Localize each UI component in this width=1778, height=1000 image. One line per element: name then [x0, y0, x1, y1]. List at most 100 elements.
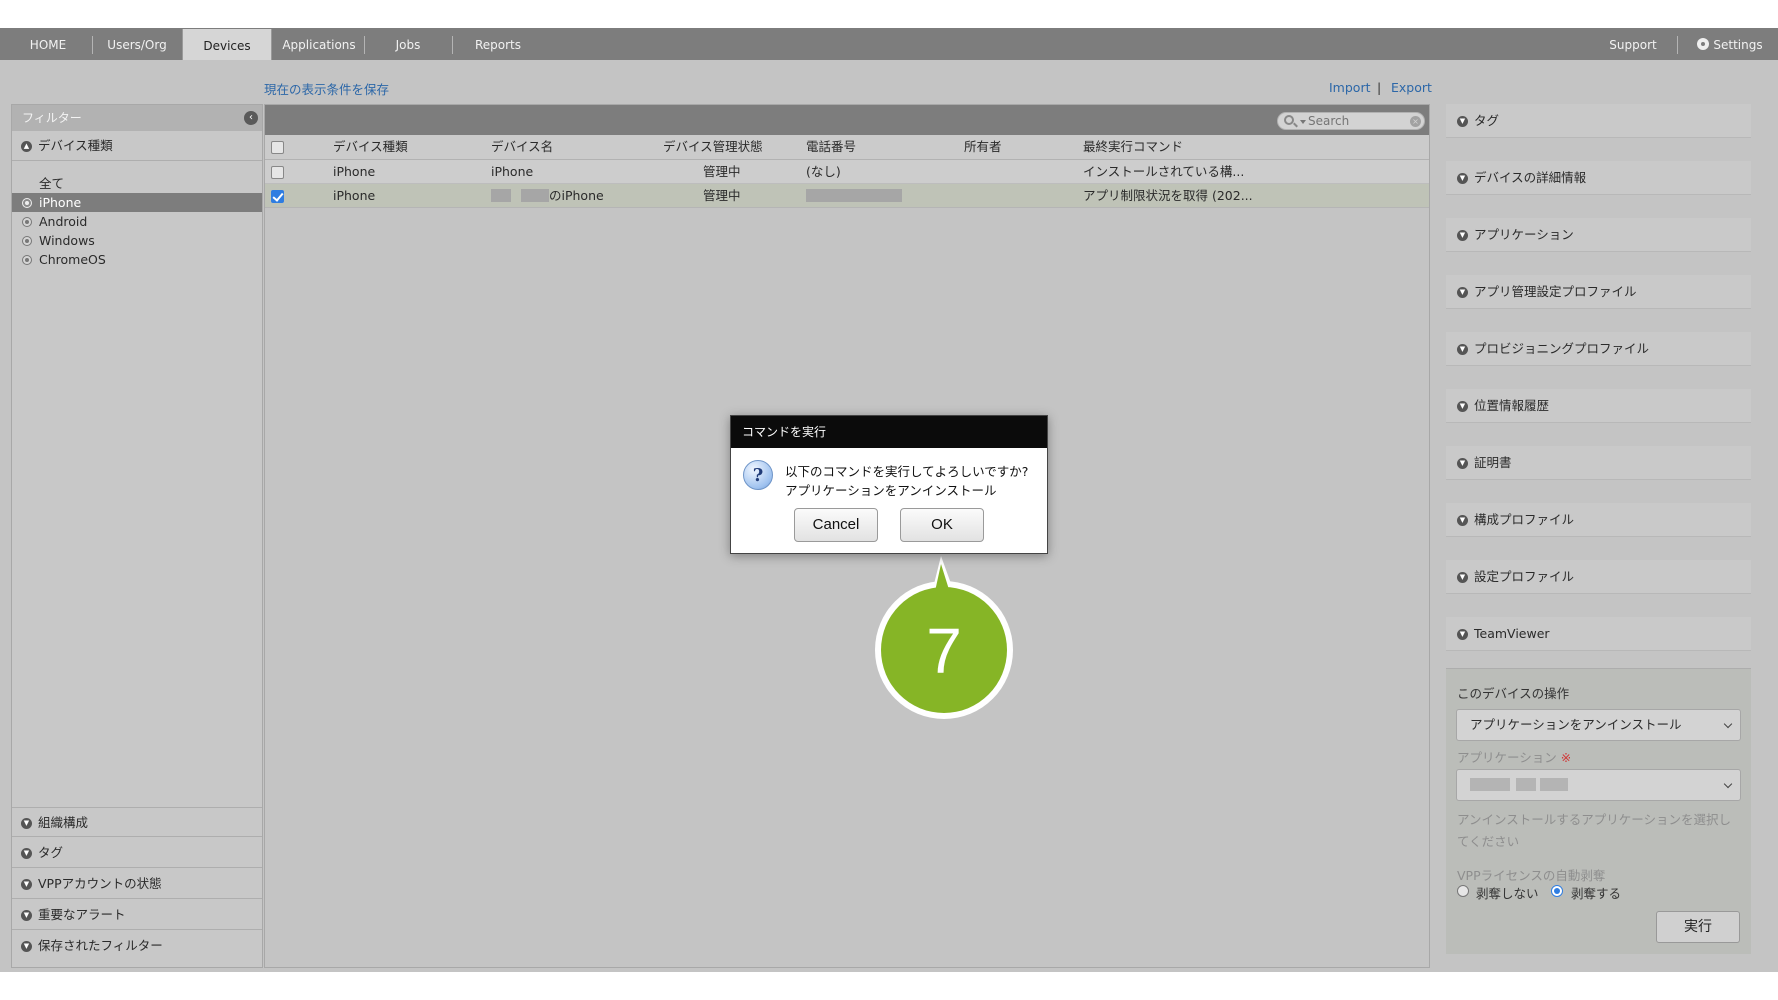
tab-applications[interactable]: Applications — [280, 28, 358, 60]
accordion-tag[interactable]: ▼ タグ — [1446, 104, 1751, 138]
required-mark: ※ — [1560, 750, 1572, 765]
accordion-device-details[interactable]: ▼ デバイスの詳細情報 — [1446, 161, 1751, 195]
settings-label: Settings — [1713, 38, 1763, 52]
org-structure-section[interactable]: ▼ 組織構成 — [12, 807, 262, 837]
chevron-down-icon: ▼ — [1457, 629, 1468, 640]
section-label: VPPアカウントの状態 — [38, 876, 162, 891]
collapse-panel-icon[interactable]: ‹ — [244, 111, 258, 125]
accordion-label: タグ — [1474, 113, 1500, 128]
ok-button[interactable]: OK — [900, 508, 984, 542]
uninstall-hint-line2: てください — [1457, 834, 1520, 849]
redacted-text — [1540, 778, 1568, 791]
accordion-certificates[interactable]: ▼ 証明書 — [1446, 446, 1751, 480]
filter-type-label: ChromeOS — [39, 252, 106, 267]
saved-filters-section[interactable]: ▼ 保存されたフィルター — [12, 931, 262, 961]
dialog-title: コマンドを実行 — [731, 416, 1047, 448]
nav-divider — [92, 36, 93, 54]
column-header[interactable]: 最終実行コマンド — [1083, 135, 1183, 159]
command-select-value: アプリケーションをアンインストール — [1470, 717, 1682, 732]
accordion-provisioning-profiles[interactable]: ▼ プロビジョニングプロファイル — [1446, 332, 1751, 366]
accordion-teamviewer[interactable]: ▼ TeamViewer — [1446, 617, 1751, 651]
support-link[interactable]: Support — [1600, 28, 1666, 60]
table-row[interactable]: iPhone iPhone 管理中 (なし) インストールされている構... — [265, 160, 1429, 184]
dialog-command: アプリケーションをアンインストール — [785, 483, 997, 498]
column-header[interactable]: デバイス管理状態 — [663, 135, 763, 159]
row-checkbox[interactable] — [271, 166, 284, 179]
save-view-link[interactable]: 現在の表示条件を保存 — [264, 79, 389, 98]
table-header-row: デバイス種類 デバイス名 デバイス管理状態 電話番号 所有者 最終実行コマンド — [265, 135, 1429, 160]
filter-type-all[interactable]: 全て — [12, 174, 262, 193]
step-callout: 7 — [875, 556, 1013, 719]
chevron-down-icon — [1723, 719, 1733, 729]
accordion-label: 設定プロファイル — [1474, 569, 1575, 584]
clear-search-icon[interactable]: × — [1410, 116, 1421, 127]
tab-devices[interactable]: Devices — [182, 29, 272, 61]
vpp-status-section[interactable]: ▼ VPPアカウントの状態 — [12, 869, 262, 899]
settings-link[interactable]: Settings — [1688, 28, 1772, 60]
table-row[interactable]: iPhone のiPhone 管理中 アプリ制限状況を取得 (202... — [265, 184, 1429, 208]
accordion-configuration-profiles[interactable]: ▼ 構成プロファイル — [1446, 503, 1751, 537]
column-header[interactable]: 電話番号 — [806, 135, 856, 159]
device-type-cell: iPhone — [333, 164, 376, 179]
device-type-section[interactable]: ▲ デバイス種類 — [12, 131, 262, 161]
search-input[interactable] — [1308, 113, 1408, 129]
tab-users-org[interactable]: Users/Org — [100, 28, 174, 60]
accordion-settings-profiles[interactable]: ▼ 設定プロファイル — [1446, 560, 1751, 594]
radio-indicator — [22, 236, 32, 246]
column-header[interactable]: デバイス名 — [491, 135, 553, 159]
filter-type-android[interactable]: Android — [12, 212, 262, 231]
radio-revoke[interactable] — [1551, 885, 1563, 897]
tag-filter-section[interactable]: ▼ タグ — [12, 838, 262, 868]
column-header[interactable]: デバイス種類 — [333, 135, 408, 159]
device-actions-title: このデバイスの操作 — [1457, 686, 1570, 701]
radio-no-revoke[interactable] — [1457, 885, 1469, 897]
gear-icon — [1697, 38, 1710, 50]
redacted-text — [1516, 778, 1536, 791]
chevron-down-icon: ▼ — [21, 879, 32, 890]
tab-jobs[interactable]: Jobs — [372, 28, 444, 60]
chevron-down-icon: ▼ — [21, 848, 32, 859]
filter-header: フィルター ‹ — [12, 105, 262, 131]
filter-type-label: iPhone — [39, 195, 82, 210]
redacted-text — [491, 189, 511, 202]
accordion-app-config-profiles[interactable]: ▼ アプリ管理設定プロファイル — [1446, 275, 1751, 309]
search-icon — [1284, 115, 1294, 125]
chevron-down-icon: ▼ — [21, 941, 32, 952]
accordion-label: 構成プロファイル — [1474, 512, 1575, 527]
link-separator: | — [1377, 80, 1382, 95]
import-link[interactable]: Import — [1329, 80, 1371, 95]
run-button[interactable]: 実行 — [1656, 911, 1740, 943]
tab-reports[interactable]: Reports — [460, 28, 536, 60]
accordion-label: デバイスの詳細情報 — [1474, 170, 1587, 185]
accordion-location-history[interactable]: ▼ 位置情報履歴 — [1446, 389, 1751, 423]
accordion-applications[interactable]: ▼ アプリケーション — [1446, 218, 1751, 252]
critical-alerts-section[interactable]: ▼ 重要なアラート — [12, 900, 262, 930]
export-link[interactable]: Export — [1391, 80, 1432, 95]
column-header[interactable]: 所有者 — [964, 135, 1002, 159]
select-all-checkbox[interactable] — [271, 141, 284, 154]
filter-type-chromeos[interactable]: ChromeOS — [12, 250, 262, 269]
filter-type-iphone[interactable]: iPhone — [12, 193, 262, 212]
tab-home[interactable]: HOME — [14, 28, 82, 60]
application-select[interactable] — [1456, 769, 1741, 801]
cancel-button[interactable]: Cancel — [794, 508, 878, 542]
chevron-down-icon: ▼ — [1457, 344, 1468, 355]
step-number: 7 — [926, 615, 962, 687]
filter-type-windows[interactable]: Windows — [12, 231, 262, 250]
question-icon: ? — [743, 460, 773, 490]
device-actions-box: このデバイスの操作 アプリケーションをアンインストール アプリケーション ※ ア… — [1446, 668, 1751, 954]
confirm-dialog: コマンドを実行 ? 以下のコマンドを実行してよろしいですか? アプリケーションを… — [730, 415, 1048, 554]
accordion-label: 証明書 — [1474, 455, 1512, 470]
last-command-cell: インストールされている構... — [1083, 164, 1245, 179]
search-options-caret-icon[interactable] — [1300, 120, 1306, 124]
row-checkbox[interactable] — [271, 190, 284, 203]
search-box[interactable]: × — [1277, 112, 1425, 130]
command-select[interactable]: アプリケーションをアンインストール — [1456, 709, 1741, 741]
chevron-down-icon: ▼ — [21, 910, 32, 921]
radio-indicator — [22, 198, 32, 208]
chevron-down-icon: ▼ — [1457, 515, 1468, 526]
filter-title: フィルター — [22, 111, 82, 125]
application-field-label: アプリケーション ※ — [1457, 747, 1571, 766]
last-command-cell: アプリ制限状況を取得 (202... — [1083, 188, 1253, 203]
device-detail-panel: ▼ タグ ▼ デバイスの詳細情報 ▼ アプリケーション ▼ アプリ管理設定プロファイル … — [1446, 104, 1752, 968]
